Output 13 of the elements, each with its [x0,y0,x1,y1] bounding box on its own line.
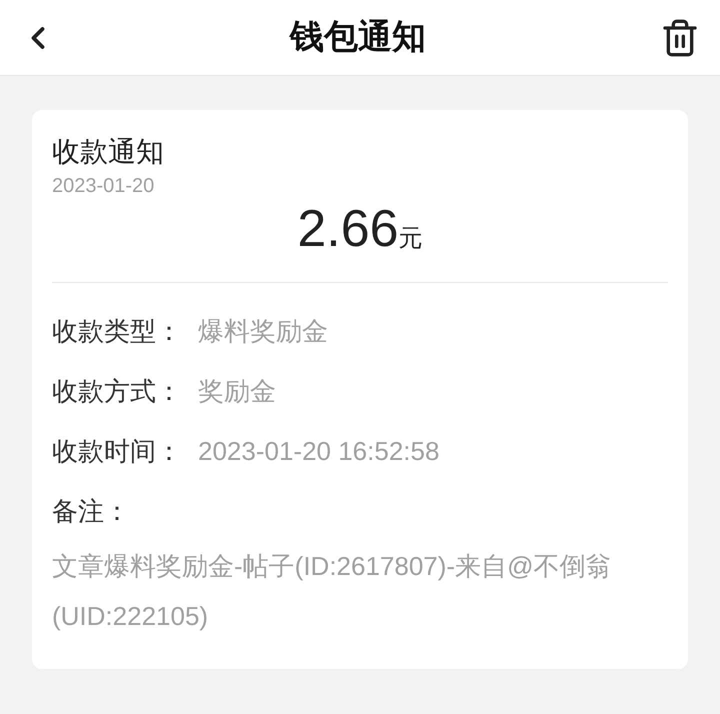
field-value: 奖励金 [198,374,276,408]
page-title: 钱包通知 [290,17,426,58]
field-value: 2023-01-20 16:52:58 [198,434,440,468]
amount: 2.66 [297,199,399,260]
currency-unit: 元 [398,224,423,254]
notice-date: 2023-01-20 [52,174,156,199]
notice-title: 收款通知 [52,135,165,169]
remark-text: 文章爆料奖励金-帖子(ID:2617807)-来自@不倒翁(UID:222105) [52,550,612,633]
field-label: 收款时间： [52,434,183,468]
field-label: 收款类型： [52,314,183,348]
field-label: 收款方式： [52,374,183,408]
remark-label: 备注： [52,494,131,528]
field-value: 爆料奖励金 [198,314,328,348]
